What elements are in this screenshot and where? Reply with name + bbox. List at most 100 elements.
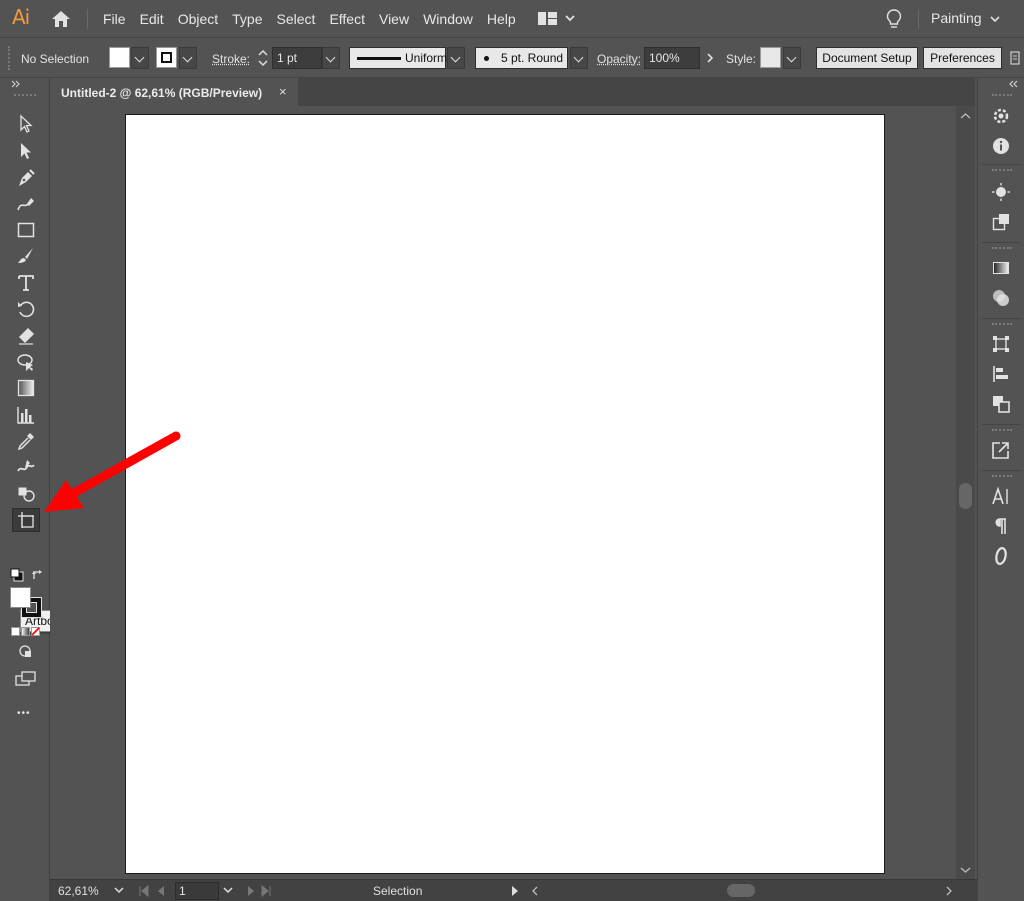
gradient-panel-button[interactable] <box>989 256 1013 280</box>
swap-fill-stroke-icon[interactable] <box>31 568 45 582</box>
menu-effect[interactable]: Effect <box>322 11 372 27</box>
export-panel-button[interactable] <box>989 438 1013 462</box>
expand-panels-icon[interactable] <box>1008 80 1020 88</box>
artboard-dropdown-icon[interactable] <box>223 885 233 895</box>
edit-toolbar-icon[interactable]: ••• <box>17 708 31 719</box>
stroke-weight-input[interactable]: 1 pt <box>272 47 322 69</box>
dock-grip[interactable] <box>992 94 1012 96</box>
brush-definition[interactable]: 5 pt. Round <box>475 47 568 69</box>
scroll-left-icon[interactable] <box>530 885 540 897</box>
dock-group-grip[interactable] <box>992 429 1012 431</box>
menu-view[interactable]: View <box>372 11 416 27</box>
variable-width-profile[interactable]: Uniform <box>349 47 447 69</box>
dock-group-grip[interactable] <box>992 247 1012 249</box>
width-tool[interactable] <box>12 455 40 479</box>
pathfinder-panel-button[interactable] <box>989 392 1013 416</box>
document-tab[interactable]: Untitled-2 @ 62,61% (RGB/Preview) × <box>49 78 298 106</box>
info-panel-button[interactable] <box>989 134 1013 158</box>
toolbar-grip[interactable] <box>14 94 36 96</box>
artboard-number-input[interactable]: 1 <box>175 882 219 900</box>
brush-dropdown[interactable] <box>570 47 588 69</box>
fill-dropdown[interactable] <box>131 47 149 69</box>
screen-mode-icon[interactable] <box>15 671 37 687</box>
direct-selection-tool[interactable] <box>12 139 40 163</box>
zoom-level[interactable]: 62,61% <box>58 884 99 898</box>
opentype-panel-button[interactable] <box>989 544 1013 568</box>
arrange-documents-icon[interactable] <box>538 10 578 28</box>
stroke-dropdown[interactable] <box>179 47 197 69</box>
align-panel-button[interactable] <box>989 362 1013 386</box>
zoom-dropdown-icon[interactable] <box>114 885 124 895</box>
graph-tool[interactable] <box>12 403 40 427</box>
gradient-tool[interactable] <box>12 376 40 400</box>
more-options-icon[interactable] <box>1010 50 1020 66</box>
fill-swatch[interactable] <box>109 47 130 68</box>
opacity-input[interactable]: 100% <box>644 47 700 69</box>
character-panel-button[interactable] <box>989 484 1013 508</box>
workspace-switcher[interactable]: Painting <box>931 10 982 26</box>
libraries-panel-button[interactable] <box>989 210 1013 234</box>
menu-help[interactable]: Help <box>480 11 523 27</box>
lasso-tool[interactable] <box>12 350 40 374</box>
control-bar-grip[interactable] <box>8 46 10 70</box>
next-last-artboard-icons[interactable] <box>246 885 286 897</box>
canvas-area[interactable] <box>50 106 956 879</box>
scroll-up-icon[interactable] <box>960 112 971 120</box>
draw-mode-icon[interactable] <box>18 644 34 660</box>
menu-object[interactable]: Object <box>171 11 225 27</box>
eyedropper-tool[interactable] <box>12 429 40 453</box>
scroll-down-icon[interactable] <box>960 866 971 874</box>
transparency-panel-button[interactable] <box>989 286 1013 310</box>
style-dropdown[interactable] <box>783 47 801 69</box>
artboard-tool[interactable] <box>12 508 40 532</box>
scroll-right-icon[interactable] <box>944 885 954 897</box>
vertical-scroll-thumb[interactable] <box>959 483 972 509</box>
paragraph-panel-button[interactable] <box>989 514 1013 538</box>
color-mode-icons[interactable] <box>11 626 43 638</box>
close-icon[interactable]: × <box>279 84 287 99</box>
preferences-button[interactable]: Preferences <box>923 47 1002 69</box>
eraser-tool[interactable] <box>12 324 40 348</box>
color-guide-panel-button[interactable] <box>989 180 1013 204</box>
chevron-down-icon[interactable] <box>989 14 1001 24</box>
selection-tool[interactable] <box>12 112 40 136</box>
artboard-icon <box>18 512 34 528</box>
default-fill-stroke-icon[interactable] <box>10 568 24 582</box>
dock-group-grip[interactable] <box>992 169 1012 171</box>
transform-panel-button[interactable] <box>989 332 1013 356</box>
vertical-scrollbar[interactable] <box>956 106 975 879</box>
rotate-tool[interactable] <box>12 297 40 321</box>
type-tool[interactable] <box>12 271 40 295</box>
shape-builder-tool[interactable] <box>12 482 40 506</box>
menu-edit[interactable]: Edit <box>133 11 171 27</box>
properties-panel-button[interactable] <box>989 104 1013 128</box>
menu-select[interactable]: Select <box>270 11 323 27</box>
stroke-label[interactable]: Stroke: <box>212 52 250 66</box>
home-icon[interactable] <box>50 9 72 29</box>
chevron-right-icon[interactable] <box>702 47 718 69</box>
pen-tool[interactable] <box>12 166 40 190</box>
curvature-tool[interactable] <box>12 192 40 216</box>
fill-color-box[interactable] <box>10 587 31 608</box>
profile-dropdown[interactable] <box>447 47 465 69</box>
rectangle-tool[interactable] <box>12 218 40 242</box>
paintbrush-tool[interactable] <box>12 244 40 268</box>
stroke-stepper-icon[interactable] <box>256 47 270 69</box>
dock-group-grip[interactable] <box>992 323 1012 325</box>
horizontal-scroll-thumb[interactable] <box>727 884 755 897</box>
artboard[interactable] <box>125 114 885 874</box>
menu-type[interactable]: Type <box>225 11 269 27</box>
stroke-weight-dropdown[interactable] <box>322 47 340 69</box>
stroke-swatch[interactable] <box>156 47 177 68</box>
collapse-toolbar-icon[interactable] <box>10 80 22 88</box>
status-menu-icon[interactable] <box>510 885 520 897</box>
opacity-label[interactable]: Opacity: <box>597 52 641 66</box>
menu-file[interactable]: File <box>96 11 133 27</box>
graphic-style-swatch[interactable] <box>760 47 781 68</box>
dock-group-grip[interactable] <box>992 475 1012 477</box>
lightbulb-icon[interactable] <box>885 8 903 30</box>
pen-icon <box>19 169 35 186</box>
first-prev-artboard-icons[interactable] <box>138 885 178 897</box>
menu-window[interactable]: Window <box>416 11 480 27</box>
document-setup-button[interactable]: Document Setup <box>816 47 918 69</box>
